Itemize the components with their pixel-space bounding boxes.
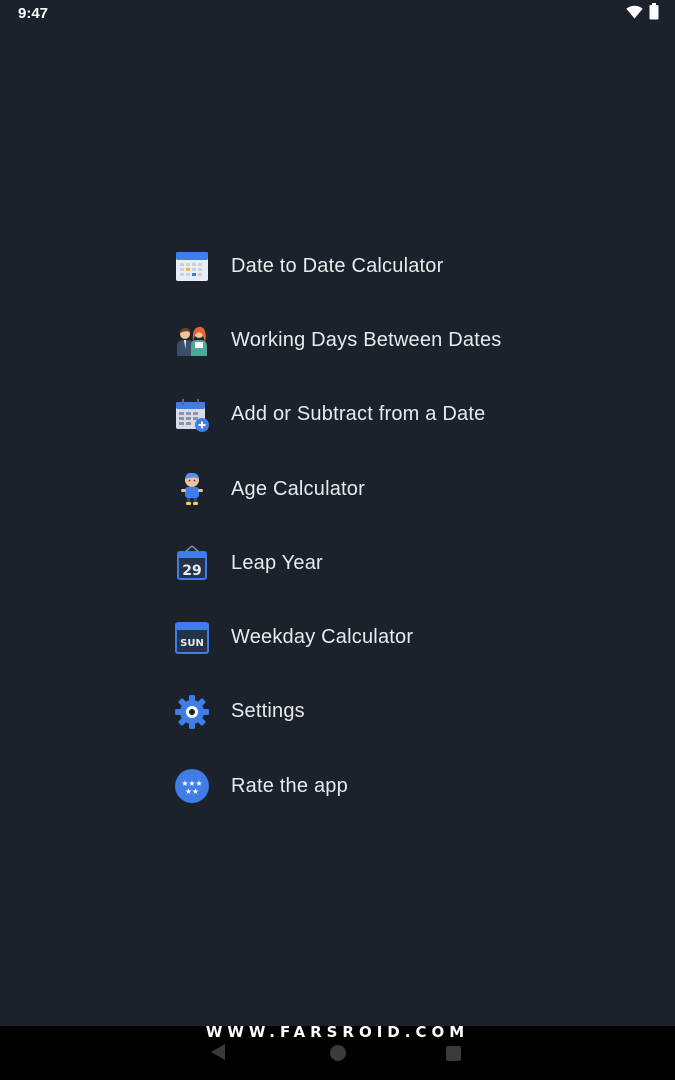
business-people-icon <box>174 322 210 358</box>
calendar-add-icon <box>174 397 210 433</box>
status-bar: 9:47 <box>0 0 675 28</box>
back-icon[interactable] <box>210 1043 226 1066</box>
main-menu: Date to Date Calculator Working Days Bet… <box>174 229 594 823</box>
menu-label: Working Days Between Dates <box>231 328 502 351</box>
menu-item-weekday[interactable]: SUN Weekday Calculator <box>174 600 594 674</box>
menu-item-rate-app[interactable]: ★ ★ ★ ★ ★ Rate the app <box>174 749 594 823</box>
svg-text:SUN: SUN <box>180 638 204 649</box>
stars-rating-icon: ★ ★ ★ ★ ★ <box>174 768 210 804</box>
menu-label: Date to Date Calculator <box>231 254 444 277</box>
svg-text:★: ★ <box>192 787 199 796</box>
calendar-grid-icon <box>174 248 210 284</box>
status-time: 9:47 <box>18 5 49 22</box>
menu-item-date-to-date[interactable]: Date to Date Calculator <box>174 229 594 303</box>
status-icons <box>626 3 659 25</box>
menu-label: Age Calculator <box>231 477 365 500</box>
calendar-29-icon: 29 <box>174 545 210 581</box>
watermark: WWW.FARSROID.COM <box>205 1023 470 1041</box>
home-icon[interactable] <box>330 1045 346 1061</box>
menu-item-working-days[interactable]: Working Days Between Dates <box>174 303 594 377</box>
battery-icon <box>649 3 659 25</box>
menu-item-settings[interactable]: Settings <box>174 675 594 749</box>
menu-label: Settings <box>231 700 305 723</box>
wifi-icon <box>626 5 643 24</box>
svg-text:29: 29 <box>182 563 201 579</box>
calendar-sun-icon: SUN <box>174 620 210 656</box>
menu-label: Add or Subtract from a Date <box>231 403 486 426</box>
menu-item-leap-year[interactable]: 29 Leap Year <box>174 526 594 600</box>
menu-label: Rate the app <box>231 774 348 797</box>
menu-item-age-calculator[interactable]: Age Calculator <box>174 452 594 526</box>
menu-label: Leap Year <box>231 551 323 574</box>
child-icon <box>174 471 210 507</box>
menu-label: Weekday Calculator <box>231 626 414 649</box>
recents-icon[interactable] <box>446 1046 461 1061</box>
gear-icon <box>174 694 210 730</box>
menu-item-add-subtract[interactable]: Add or Subtract from a Date <box>174 378 594 452</box>
